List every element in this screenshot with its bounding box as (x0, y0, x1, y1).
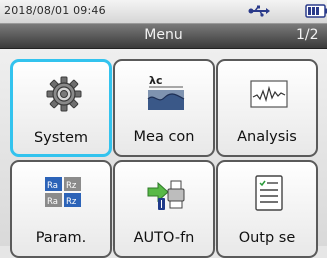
menu-grid: System λc Mea con Analysis Ra Rz Ra Rz P… (0, 49, 327, 258)
measurement-condition-icon: λc (147, 74, 185, 110)
menu-tile-mea-con[interactable]: λc Mea con (113, 59, 215, 157)
svg-text:Rz: Rz (66, 197, 77, 207)
menu-tile-auto-fn[interactable]: AUTO-fn (113, 160, 215, 258)
page-indicator: 1/2 (296, 27, 319, 43)
gear-icon (46, 76, 82, 112)
auto-print-icon (147, 180, 185, 210)
menu-tile-analysis[interactable]: Analysis (216, 59, 318, 157)
svg-text:Ra: Ra (47, 197, 58, 207)
svg-text:λc: λc (149, 74, 162, 87)
menu-tile-label: AUTO-fn (133, 230, 195, 246)
status-datetime: 2018/08/01 09:46 (4, 4, 106, 17)
menu-tile-label: System (33, 130, 89, 146)
menu-tile-label: Analysis (237, 129, 297, 145)
title-bar: Menu 1/2 (0, 24, 327, 49)
menu-tile-outp-se[interactable]: Outp se (216, 160, 318, 258)
output-settings-icon (255, 175, 283, 211)
parameters-icon: Ra Rz Ra Rz (45, 177, 81, 207)
svg-text:Rz: Rz (66, 181, 77, 191)
menu-tile-param[interactable]: Ra Rz Ra Rz Param. (10, 160, 112, 258)
status-bar: 2018/08/01 09:46 (0, 0, 327, 24)
battery-icon (305, 4, 327, 18)
menu-tile-label: Mea con (133, 129, 195, 145)
menu-tile-system[interactable]: System (10, 59, 112, 157)
menu-tile-label: Param. (35, 230, 87, 246)
page-title: Menu (144, 27, 183, 43)
usb-icon (248, 5, 270, 17)
menu-tile-label: Outp se (238, 230, 296, 246)
svg-text:Ra: Ra (47, 181, 58, 191)
waveform-icon (250, 80, 288, 108)
